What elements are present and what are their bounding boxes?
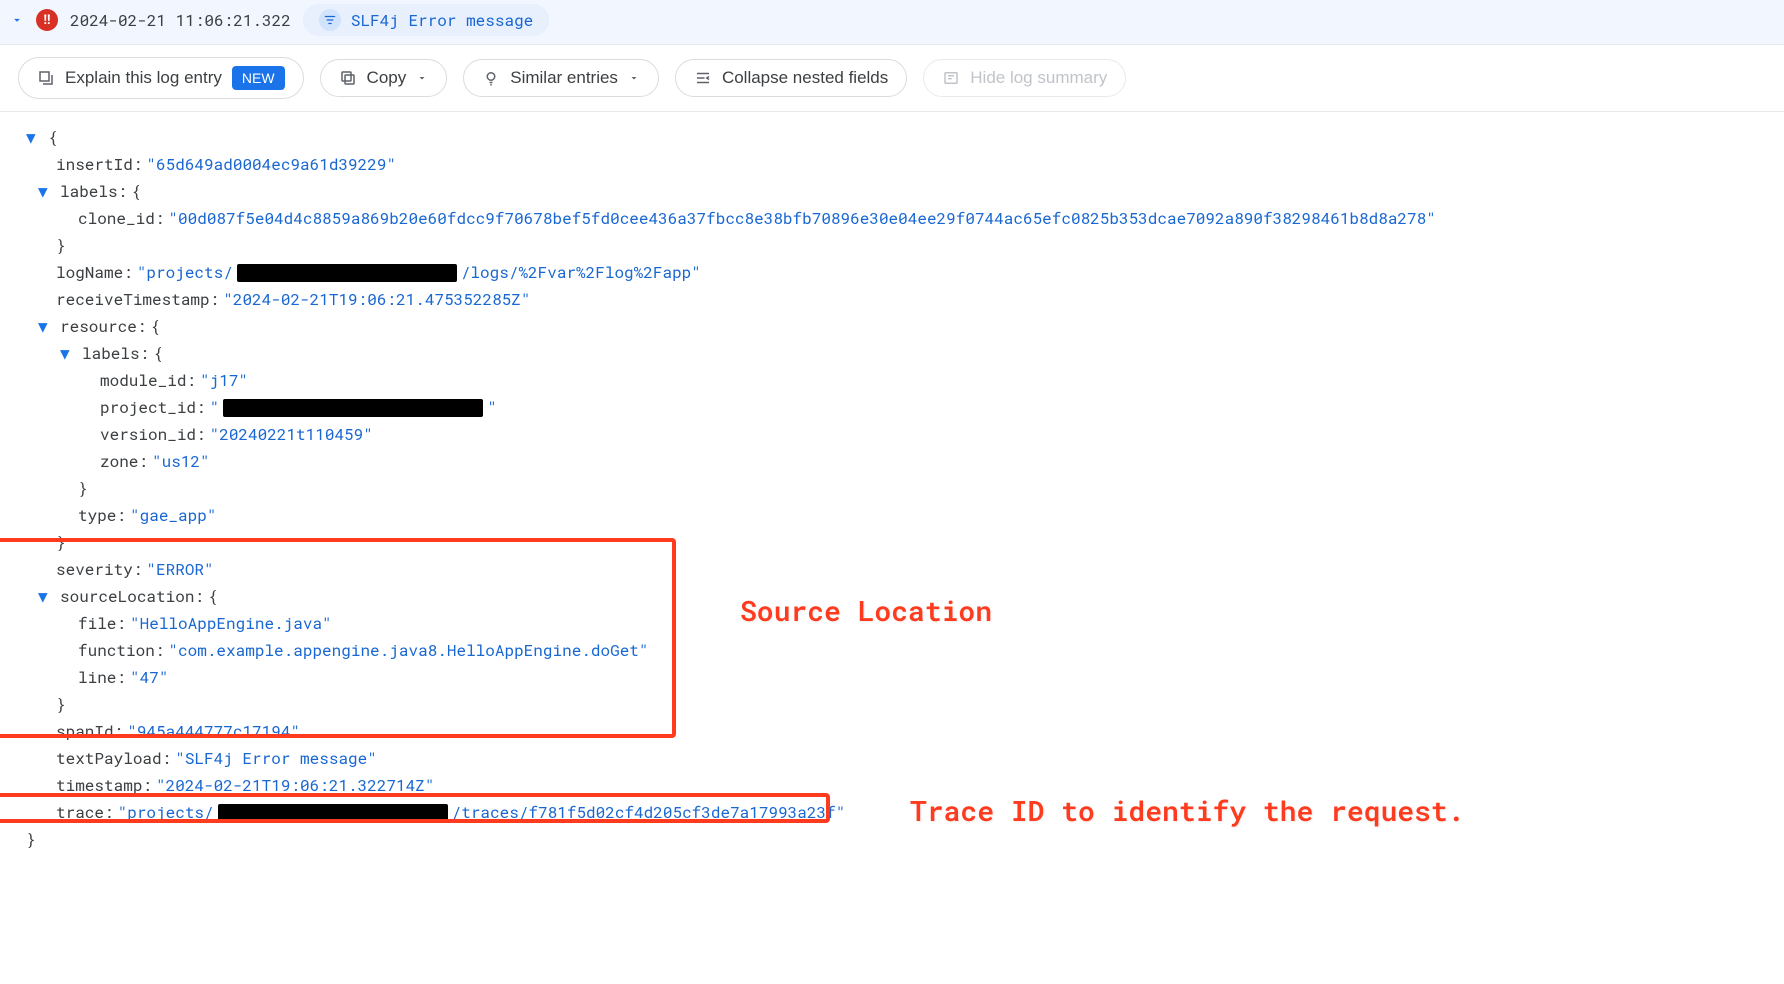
toggle-icon[interactable]: ▼ bbox=[38, 181, 52, 202]
log-header: !! 2024-02-21 11:06:21.322 SLF4j Error m… bbox=[0, 0, 1784, 45]
collapse-label: Collapse nested fields bbox=[722, 68, 888, 88]
explain-button[interactable]: Explain this log entry NEW bbox=[18, 57, 304, 99]
field-insertId[interactable]: insertId: "65d649ad0004ec9a61d39229" bbox=[18, 151, 1766, 178]
field-resource[interactable]: ▼resource: { bbox=[18, 313, 1766, 340]
hide-summary-button: Hide log summary bbox=[923, 59, 1126, 97]
field-clone-id[interactable]: clone_id: "00d087f5e04d4c8859a869b20e60f… bbox=[18, 205, 1766, 232]
new-badge: NEW bbox=[232, 66, 285, 90]
field-function[interactable]: function: "com.example.appengine.java8.H… bbox=[18, 637, 1766, 664]
field-file[interactable]: file: "HelloAppEngine.java" bbox=[18, 610, 1766, 637]
field-version-id[interactable]: version_id: "20240221t110459" bbox=[18, 421, 1766, 448]
summary-icon bbox=[942, 69, 960, 87]
toggle-icon[interactable]: ▼ bbox=[38, 586, 52, 607]
log-message-chip[interactable]: SLF4j Error message bbox=[303, 4, 549, 36]
copy-label: Copy bbox=[367, 68, 407, 88]
chevron-down-icon bbox=[628, 72, 640, 84]
similar-entries-button[interactable]: Similar entries bbox=[463, 59, 659, 97]
resource-close: } bbox=[18, 529, 1766, 556]
filter-icon bbox=[319, 9, 341, 31]
json-open-brace: ▼{ bbox=[18, 124, 1766, 151]
resource-labels-close: } bbox=[18, 475, 1766, 502]
copy-icon bbox=[339, 69, 357, 87]
field-spanId[interactable]: spanId: "945a444777c17194" bbox=[18, 718, 1766, 745]
log-message-text: SLF4j Error message bbox=[351, 10, 533, 31]
toggle-icon[interactable]: ▼ bbox=[26, 127, 40, 148]
explain-label: Explain this log entry bbox=[65, 68, 222, 88]
collapse-icon bbox=[694, 69, 712, 87]
field-trace[interactable]: trace: "projects//traces/f781f5d02cf4d20… bbox=[18, 799, 1766, 826]
hide-summary-label: Hide log summary bbox=[970, 68, 1107, 88]
field-sourceLocation[interactable]: ▼sourceLocation: { bbox=[18, 583, 1766, 610]
toggle-icon[interactable]: ▼ bbox=[38, 316, 52, 337]
json-close-brace: } bbox=[18, 826, 1766, 853]
field-timestamp[interactable]: timestamp: "2024-02-21T19:06:21.322714Z" bbox=[18, 772, 1766, 799]
sourceLocation-close: } bbox=[18, 691, 1766, 718]
chevron-down-icon bbox=[416, 72, 428, 84]
field-module-id[interactable]: module_id: "j17" bbox=[18, 367, 1766, 394]
field-zone[interactable]: zone: "us12" bbox=[18, 448, 1766, 475]
labels-close: } bbox=[18, 232, 1766, 259]
field-line[interactable]: line: "47" bbox=[18, 664, 1766, 691]
field-project-id[interactable]: project_id: "" bbox=[18, 394, 1766, 421]
log-toolbar: Explain this log entry NEW Copy Similar … bbox=[0, 45, 1784, 112]
toggle-icon[interactable]: ▼ bbox=[60, 343, 74, 364]
log-timestamp: 2024-02-21 11:06:21.322 bbox=[70, 10, 291, 31]
redacted-project bbox=[218, 804, 448, 822]
copy-button[interactable]: Copy bbox=[320, 59, 448, 97]
redacted-project bbox=[237, 264, 457, 282]
similar-label: Similar entries bbox=[510, 68, 618, 88]
field-labels[interactable]: ▼labels: { bbox=[18, 178, 1766, 205]
field-type[interactable]: type: "gae_app" bbox=[18, 502, 1766, 529]
log-json-body: ▼{ insertId: "65d649ad0004ec9a61d39229" … bbox=[0, 112, 1784, 873]
field-logName[interactable]: logName: "projects//logs/%2Fvar%2Flog%2F… bbox=[18, 259, 1766, 286]
collapse-fields-button[interactable]: Collapse nested fields bbox=[675, 59, 907, 97]
redacted-project bbox=[223, 399, 483, 417]
field-severity[interactable]: severity: "ERROR" bbox=[18, 556, 1766, 583]
bulb-icon bbox=[482, 69, 500, 87]
sparkle-icon bbox=[37, 69, 55, 87]
expand-toggle[interactable] bbox=[10, 13, 24, 27]
severity-icon: !! bbox=[36, 9, 58, 31]
field-resource-labels[interactable]: ▼labels: { bbox=[18, 340, 1766, 367]
field-receiveTimestamp[interactable]: receiveTimestamp: "2024-02-21T19:06:21.4… bbox=[18, 286, 1766, 313]
field-textPayload[interactable]: textPayload: "SLF4j Error message" bbox=[18, 745, 1766, 772]
